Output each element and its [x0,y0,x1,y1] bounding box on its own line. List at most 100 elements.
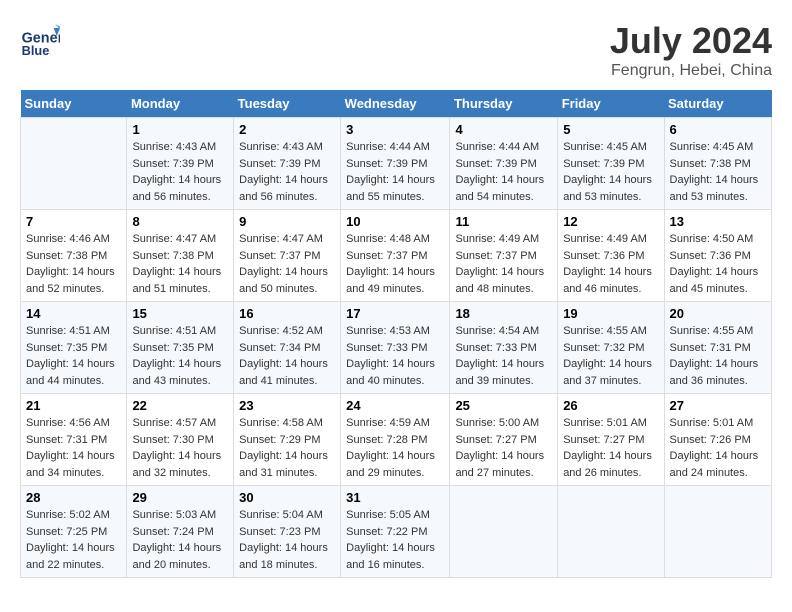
calendar-cell: 19 Sunrise: 4:55 AMSunset: 7:32 PMDayligh… [558,302,664,394]
day-number: 9 [239,214,335,229]
calendar-cell: 10 Sunrise: 4:48 AMSunset: 7:37 PMDayligh… [341,210,450,302]
day-number: 18 [455,306,552,321]
header-monday: Monday [127,90,234,118]
main-title: July 2024 [610,20,772,62]
day-info: Sunrise: 4:43 AMSunset: 7:39 PMDaylight:… [239,139,335,205]
day-info: Sunrise: 4:53 AMSunset: 7:33 PMDaylight:… [346,323,444,389]
day-info: Sunrise: 4:50 AMSunset: 7:36 PMDaylight:… [670,231,766,297]
week-row-5: 28 Sunrise: 5:02 AMSunset: 7:25 PMDayligh… [21,486,772,578]
calendar-cell: 1 Sunrise: 4:43 AMSunset: 7:39 PMDaylight… [127,118,234,210]
day-number: 26 [563,398,658,413]
calendar-cell: 21 Sunrise: 4:56 AMSunset: 7:31 PMDayligh… [21,394,127,486]
header-friday: Friday [558,90,664,118]
day-number: 7 [26,214,121,229]
day-number: 6 [670,122,766,137]
calendar-cell: 2Sunrise: 4:43 AMSunset: 7:39 PMDaylight… [234,118,341,210]
day-info: Sunrise: 5:04 AMSunset: 7:23 PMDaylight:… [239,507,335,573]
day-info: Sunrise: 4:54 AMSunset: 7:33 PMDaylight:… [455,323,552,389]
day-info: Sunrise: 5:02 AMSunset: 7:25 PMDaylight:… [26,507,121,573]
calendar-cell: 15 Sunrise: 4:51 AMSunset: 7:35 PMDayligh… [127,302,234,394]
day-number: 17 [346,306,444,321]
day-info: Sunrise: 5:01 AMSunset: 7:26 PMDaylight:… [670,415,766,481]
week-row-1: 1 Sunrise: 4:43 AMSunset: 7:39 PMDaylight… [21,118,772,210]
calendar-cell: 26 Sunrise: 5:01 AMSunset: 7:27 PMDayligh… [558,394,664,486]
calendar-cell: 31Sunrise: 5:05 AMSunset: 7:22 PMDayligh… [341,486,450,578]
calendar-table: SundayMondayTuesdayWednesdayThursdayFrid… [20,90,772,578]
day-info: Sunrise: 5:01 AMSunset: 7:27 PMDaylight:… [563,415,658,481]
calendar-cell: 8Sunrise: 4:47 AMSunset: 7:38 PMDaylight… [127,210,234,302]
day-number: 20 [670,306,766,321]
calendar-cell: 25 Sunrise: 5:00 AMSunset: 7:27 PMDayligh… [450,394,558,486]
calendar-cell: 29 Sunrise: 5:03 AMSunset: 7:24 PMDayligh… [127,486,234,578]
calendar-cell [664,486,771,578]
day-info: Sunrise: 4:44 AMSunset: 7:39 PMDaylight:… [346,139,444,205]
calendar-cell [450,486,558,578]
day-info: Sunrise: 4:48 AMSunset: 7:37 PMDaylight:… [346,231,444,297]
day-number: 12 [563,214,658,229]
logo: General Blue [20,20,64,60]
calendar-cell: 28 Sunrise: 5:02 AMSunset: 7:25 PMDayligh… [21,486,127,578]
calendar-cell: 12Sunrise: 4:49 AMSunset: 7:36 PMDayligh… [558,210,664,302]
day-number: 28 [26,490,121,505]
day-number: 3 [346,122,444,137]
calendar-cell: 11 Sunrise: 4:49 AMSunset: 7:37 PMDayligh… [450,210,558,302]
header-wednesday: Wednesday [341,90,450,118]
calendar-cell: 18 Sunrise: 4:54 AMSunset: 7:33 PMDayligh… [450,302,558,394]
day-number: 22 [132,398,228,413]
calendar-cell: 27 Sunrise: 5:01 AMSunset: 7:26 PMDayligh… [664,394,771,486]
day-info: Sunrise: 5:00 AMSunset: 7:27 PMDaylight:… [455,415,552,481]
day-info: Sunrise: 4:55 AMSunset: 7:31 PMDaylight:… [670,323,766,389]
day-info: Sunrise: 5:05 AMSunset: 7:22 PMDaylight:… [346,507,444,573]
day-number: 30 [239,490,335,505]
day-info: Sunrise: 4:45 AMSunset: 7:39 PMDaylight:… [563,139,658,205]
day-info: Sunrise: 4:56 AMSunset: 7:31 PMDaylight:… [26,415,121,481]
title-section: July 2024 Fengrun, Hebei, China [610,20,772,80]
day-info: Sunrise: 4:44 AMSunset: 7:39 PMDaylight:… [455,139,552,205]
calendar-cell: 16Sunrise: 4:52 AMSunset: 7:34 PMDayligh… [234,302,341,394]
day-number: 13 [670,214,766,229]
day-number: 25 [455,398,552,413]
day-info: Sunrise: 4:49 AMSunset: 7:37 PMDaylight:… [455,231,552,297]
calendar-cell: 4 Sunrise: 4:44 AMSunset: 7:39 PMDaylight… [450,118,558,210]
calendar-header-row: SundayMondayTuesdayWednesdayThursdayFrid… [21,90,772,118]
calendar-cell: 7 Sunrise: 4:46 AMSunset: 7:38 PMDaylight… [21,210,127,302]
day-number: 15 [132,306,228,321]
day-number: 4 [455,122,552,137]
calendar-cell: 6 Sunrise: 4:45 AMSunset: 7:38 PMDaylight… [664,118,771,210]
day-info: Sunrise: 4:45 AMSunset: 7:38 PMDaylight:… [670,139,766,205]
calendar-cell: 17 Sunrise: 4:53 AMSunset: 7:33 PMDayligh… [341,302,450,394]
calendar-cell: 20 Sunrise: 4:55 AMSunset: 7:31 PMDayligh… [664,302,771,394]
day-number: 1 [132,122,228,137]
week-row-2: 7 Sunrise: 4:46 AMSunset: 7:38 PMDaylight… [21,210,772,302]
day-info: Sunrise: 4:55 AMSunset: 7:32 PMDaylight:… [563,323,658,389]
calendar-cell [21,118,127,210]
calendar-cell: 30 Sunrise: 5:04 AMSunset: 7:23 PMDayligh… [234,486,341,578]
day-info: Sunrise: 4:46 AMSunset: 7:38 PMDaylight:… [26,231,121,297]
day-number: 29 [132,490,228,505]
header-saturday: Saturday [664,90,771,118]
calendar-cell: 22Sunrise: 4:57 AMSunset: 7:30 PMDayligh… [127,394,234,486]
day-info: Sunrise: 4:51 AMSunset: 7:35 PMDaylight:… [132,323,228,389]
subtitle: Fengrun, Hebei, China [610,62,772,80]
week-row-4: 21 Sunrise: 4:56 AMSunset: 7:31 PMDayligh… [21,394,772,486]
day-info: Sunrise: 4:59 AMSunset: 7:28 PMDaylight:… [346,415,444,481]
day-info: Sunrise: 4:43 AMSunset: 7:39 PMDaylight:… [132,139,228,205]
day-number: 8 [132,214,228,229]
calendar-cell: 13 Sunrise: 4:50 AMSunset: 7:36 PMDayligh… [664,210,771,302]
day-info: Sunrise: 5:03 AMSunset: 7:24 PMDaylight:… [132,507,228,573]
day-number: 19 [563,306,658,321]
day-number: 16 [239,306,335,321]
svg-text:Blue: Blue [22,43,50,58]
day-number: 14 [26,306,121,321]
calendar-cell: 9Sunrise: 4:47 AMSunset: 7:37 PMDaylight… [234,210,341,302]
day-number: 10 [346,214,444,229]
day-number: 11 [455,214,552,229]
day-number: 24 [346,398,444,413]
calendar-cell: 14 Sunrise: 4:51 AMSunset: 7:35 PMDayligh… [21,302,127,394]
calendar-cell: 23Sunrise: 4:58 AMSunset: 7:29 PMDayligh… [234,394,341,486]
calendar-cell [558,486,664,578]
day-number: 21 [26,398,121,413]
day-number: 5 [563,122,658,137]
day-info: Sunrise: 4:51 AMSunset: 7:35 PMDaylight:… [26,323,121,389]
day-number: 27 [670,398,766,413]
